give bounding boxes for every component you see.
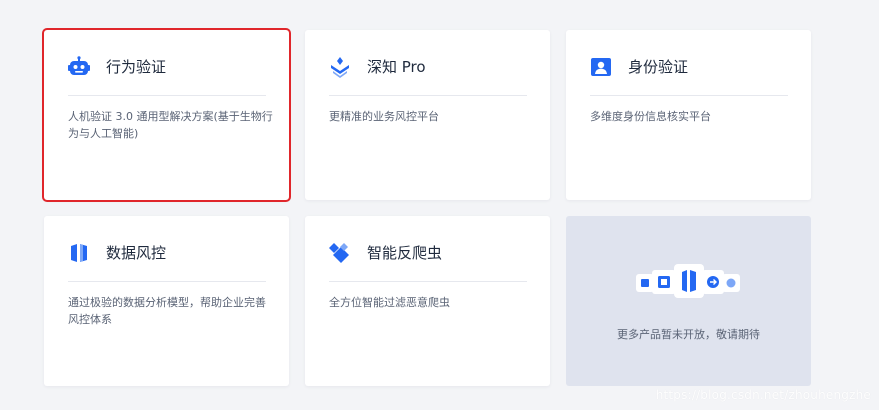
id-card-icon <box>590 56 612 78</box>
product-card-behavior-verification[interactable]: 行为验证 人机验证 3.0 通用型解决方案(基于生物行为与人工智能) <box>42 28 291 202</box>
card-title: 数据风控 <box>106 244 167 262</box>
card-title: 深知 Pro <box>367 58 426 76</box>
product-card-shenzhi-pro[interactable]: 深知 Pro 更精准的业务风控平台 <box>305 30 550 200</box>
product-stack-icon <box>566 262 811 302</box>
coming-soon-text: 更多产品暂未开放，敬请期待 <box>617 328 760 341</box>
diamond-icon <box>329 242 351 264</box>
card-header: 智能反爬虫 <box>329 242 527 282</box>
card-header: 行为验证 <box>68 56 266 96</box>
product-card-identity-verification[interactable]: 身份验证 多维度身份信息核实平台 <box>566 30 811 200</box>
product-card-data-risk-control[interactable]: 数据风控 通过极验的数据分析模型，帮助企业完善风控体系 <box>44 216 289 386</box>
card-header: 数据风控 <box>68 242 266 282</box>
card-title: 身份验证 <box>628 58 689 76</box>
layers-icon <box>329 56 351 78</box>
card-description: 全方位智能过滤恶意爬虫 <box>329 296 450 309</box>
card-title: 行为验证 <box>106 58 167 76</box>
card-header: 深知 Pro <box>329 56 527 96</box>
product-card-anti-crawler[interactable]: 智能反爬虫 全方位智能过滤恶意爬虫 <box>305 216 550 386</box>
card-description: 人机验证 3.0 通用型解决方案(基于生物行为与人工智能) <box>68 110 273 140</box>
product-grid: 行为验证 人机验证 3.0 通用型解决方案(基于生物行为与人工智能) 深知 Pr… <box>0 0 879 410</box>
coming-soon-card: 更多产品暂未开放，敬请期待 <box>566 216 811 386</box>
card-description: 多维度身份信息核实平台 <box>590 110 711 123</box>
data-blocks-icon <box>68 242 90 264</box>
card-header: 身份验证 <box>590 56 788 96</box>
robot-icon <box>68 56 90 78</box>
watermark: https://blog.csdn.net/zhouhengzhe <box>655 388 871 402</box>
card-description: 通过极验的数据分析模型，帮助企业完善风控体系 <box>68 296 266 326</box>
card-title: 智能反爬虫 <box>367 244 443 262</box>
card-description: 更精准的业务风控平台 <box>329 110 439 123</box>
